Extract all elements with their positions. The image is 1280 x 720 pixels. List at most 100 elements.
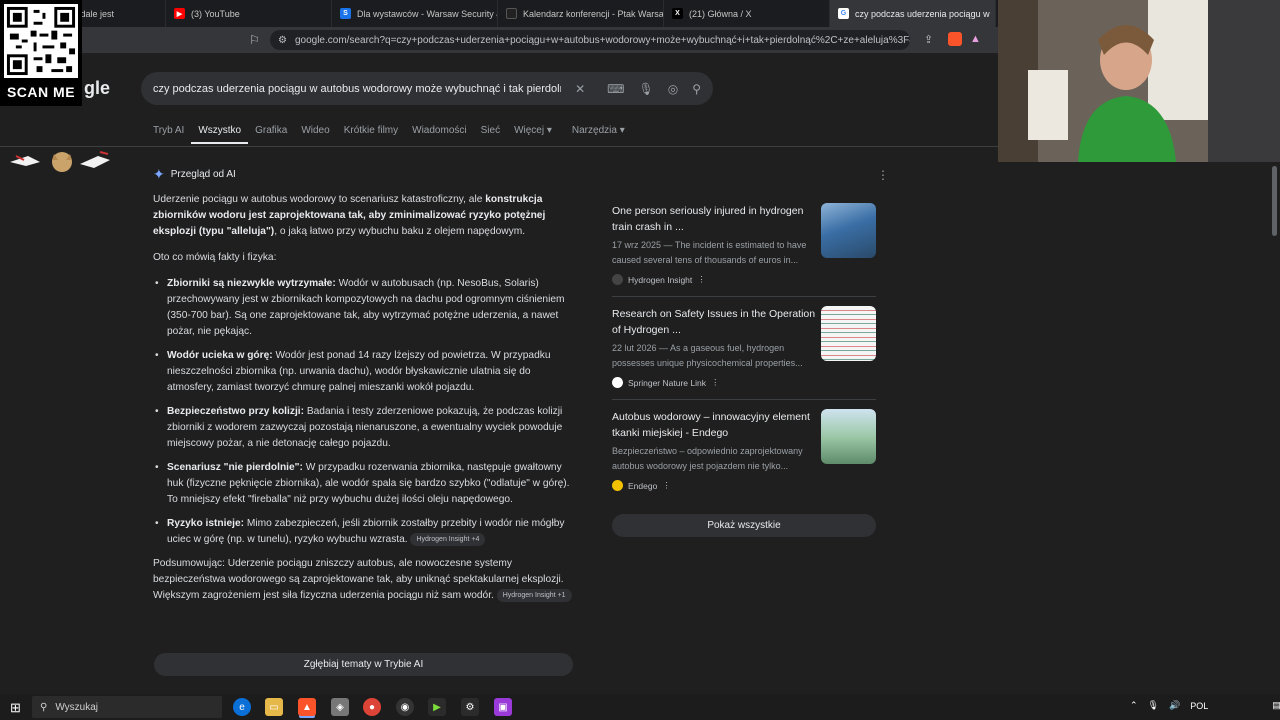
site-favicon-icon	[506, 8, 517, 19]
microphone-icon[interactable]: 🎙	[1148, 700, 1159, 711]
scan-me-label: SCAN ME	[6, 84, 76, 100]
ai-overview-body: Uderzenie pociągu w autobus wodorowy to …	[153, 192, 573, 614]
tab-more[interactable]: Więcej ▾	[507, 124, 559, 144]
browser-tab-active[interactable]: Gczy podczas uderzenia pociągu w×	[830, 0, 996, 27]
search-box[interactable]: czy podczas uderzenia pociągu w autobus …	[141, 72, 713, 105]
source-site: Springer Nature Link ⋮	[612, 377, 876, 388]
scrollbar-track[interactable]	[1270, 162, 1280, 694]
volume-icon[interactable]: 🔊	[1169, 700, 1180, 711]
tab-web[interactable]: Sieć	[474, 124, 507, 144]
tab-news[interactable]: Wiadomości	[405, 124, 473, 144]
tab-label: czy podczas uderzenia pociągu w	[855, 8, 990, 19]
browser-tab[interactable]: ▶ (3) YouTube	[166, 0, 332, 27]
source-chip[interactable]: Hydrogen Insight +1	[496, 588, 572, 602]
media-player-icon[interactable]: ▶	[428, 698, 446, 716]
app-icon[interactable]: ▣	[494, 698, 512, 716]
source-card[interactable]: Research on Safety Issues in the Operati…	[612, 306, 876, 388]
dive-deeper-ai-mode-button[interactable]: Zgłębiaj tematy w Trybie AI	[154, 653, 573, 676]
source-title[interactable]: Research on Safety Issues in the Operati…	[612, 306, 816, 338]
show-all-button[interactable]: Pokaż wszystkie	[612, 514, 876, 537]
search-nav-tabs: Tryb AI Wszystko Grafika Wideo Krótkie f…	[153, 124, 632, 144]
more-options-icon[interactable]: ⋮	[877, 168, 889, 182]
facts-list: Zbiorniki są niezwykle wytrzymałe: Wodór…	[153, 276, 573, 548]
site-name: Endego	[628, 480, 658, 491]
more-options-icon[interactable]: ⋮	[662, 480, 671, 491]
system-tray: ⌃ 🎙 🔊 POL ▤	[1130, 700, 1280, 711]
tab-short-videos[interactable]: Krótkie filmy	[337, 124, 405, 144]
tab-all[interactable]: Wszystko	[191, 124, 249, 144]
app-icon[interactable]: ◈	[331, 698, 349, 716]
source-card[interactable]: Autobus wodorowy – innowacyjny element t…	[612, 409, 876, 491]
browser-tab[interactable]: X (21) Główna / X	[664, 0, 830, 27]
x-logo-icon: X	[672, 8, 683, 19]
source-thumbnail	[821, 203, 876, 258]
site-favicon-icon	[612, 274, 623, 285]
language-indicator[interactable]: POL	[1190, 701, 1208, 711]
more-options-icon[interactable]: ⋮	[711, 377, 720, 388]
settings-icon[interactable]: ⚙	[461, 698, 479, 716]
source-site: Hydrogen Insight ⋮	[612, 274, 876, 285]
brave-browser-icon[interactable]: ▲	[298, 698, 316, 716]
list-item: Wodór ucieka w górę: Wodór jest ponad 14…	[153, 348, 573, 396]
search-input[interactable]: czy podczas uderzenia pociągu w autobus …	[153, 83, 561, 95]
brave-rewards-icon[interactable]: ▲	[970, 33, 981, 45]
tab-images[interactable]: Grafika	[248, 124, 294, 144]
list-item: Scenariusz "nie pierdolnie": W przypadku…	[153, 460, 573, 508]
source-card[interactable]: One person seriously injured in hydrogen…	[612, 203, 876, 285]
chevron-up-icon[interactable]: ⌃	[1130, 700, 1138, 711]
webcam-overlay	[998, 0, 1280, 162]
google-icon: G	[838, 8, 849, 19]
chrome-icon[interactable]: ●	[363, 698, 381, 716]
source-thumbnail	[821, 409, 876, 464]
bullet-heading: Ryzyko istnieje:	[167, 518, 244, 529]
cat-sticker-icon	[10, 151, 110, 172]
tab-tools[interactable]: Narzędzia ▾	[565, 124, 632, 144]
source-title[interactable]: One person seriously injured in hydrogen…	[612, 203, 816, 235]
site-favicon-icon	[612, 377, 623, 388]
source-description: 22 lut 2026 — As a gaseous fuel, hydroge…	[612, 343, 803, 368]
tab-strip: WORA w Stradale jest ▶(3) YouTube SDla w…	[0, 0, 998, 27]
tab-videos[interactable]: Wideo	[294, 124, 336, 144]
lens-icon[interactable]: ◎	[668, 82, 678, 96]
clear-search-icon[interactable]: ✕	[575, 82, 585, 96]
browser-tab[interactable]: S Dla wystawców - Warsaw Security &	[332, 0, 498, 27]
browser-tab[interactable]: Kalendarz konferencji - Ptak Warsaw	[498, 0, 664, 27]
file-explorer-icon[interactable]: ▭	[265, 698, 283, 716]
windows-start-icon[interactable]: ⊞	[10, 700, 21, 716]
facts-label: Oto co mówią fakty i fizyka:	[153, 252, 277, 263]
site-name: Springer Nature Link	[628, 377, 706, 388]
qr-code-icon	[4, 4, 78, 78]
webcam-feed-icon	[998, 0, 1280, 162]
search-icon[interactable]: ⚲	[692, 82, 701, 96]
site-info-icon[interactable]: ⚙	[278, 35, 287, 46]
tab-ai-mode[interactable]: Tryb AI	[153, 124, 191, 144]
edge-icon[interactable]: e	[233, 698, 251, 716]
source-description: 17 wrz 2025 — The incident is estimated …	[612, 240, 807, 265]
ai-intro: Uderzenie pociągu w autobus wodorowy to …	[153, 192, 573, 240]
microphone-icon[interactable]: 🎙	[638, 82, 653, 96]
scrollbar-thumb[interactable]	[1272, 166, 1277, 236]
site-name: Hydrogen Insight	[628, 274, 693, 285]
nav-divider	[0, 146, 998, 147]
obs-icon[interactable]: ◉	[396, 698, 414, 716]
bullet-heading: Scenariusz "nie pierdolnie":	[167, 462, 303, 473]
intro-text: Uderzenie pociągu w autobus wodorowy to …	[153, 194, 486, 205]
cat-sticker-overlay	[8, 148, 112, 174]
url-field[interactable]: ⚙ google.com/search?q=czy+podczas+uderze…	[270, 30, 910, 50]
keyboard-icon[interactable]: ⌨	[607, 82, 624, 96]
bookmark-icon[interactable]: ⚐	[249, 33, 260, 47]
source-thumbnail	[821, 306, 876, 361]
source-description: Bezpieczeństwo – odpowiednio zaprojektow…	[612, 446, 803, 471]
url-text: google.com/search?q=czy+podczas+uderzeni…	[294, 34, 910, 46]
brave-shield-icon[interactable]	[948, 32, 962, 46]
list-item: Ryzyko istnieje: Mimo zabezpieczeń, jeśl…	[153, 516, 573, 548]
source-title[interactable]: Autobus wodorowy – innowacyjny element t…	[612, 409, 816, 441]
google-logo[interactable]: gle	[84, 78, 110, 99]
share-icon[interactable]: ⇪	[924, 33, 933, 46]
taskbar-search[interactable]: ⚲ Wyszukaj	[32, 696, 222, 718]
source-site: Endego ⋮	[612, 480, 876, 491]
ai-summary: Podsumowując: Uderzenie pociągu zniszczy…	[153, 556, 573, 604]
notifications-icon[interactable]: ▤	[1272, 700, 1280, 711]
more-options-icon[interactable]: ⋮	[697, 274, 706, 285]
source-chip[interactable]: Hydrogen Insight +4	[410, 532, 486, 546]
